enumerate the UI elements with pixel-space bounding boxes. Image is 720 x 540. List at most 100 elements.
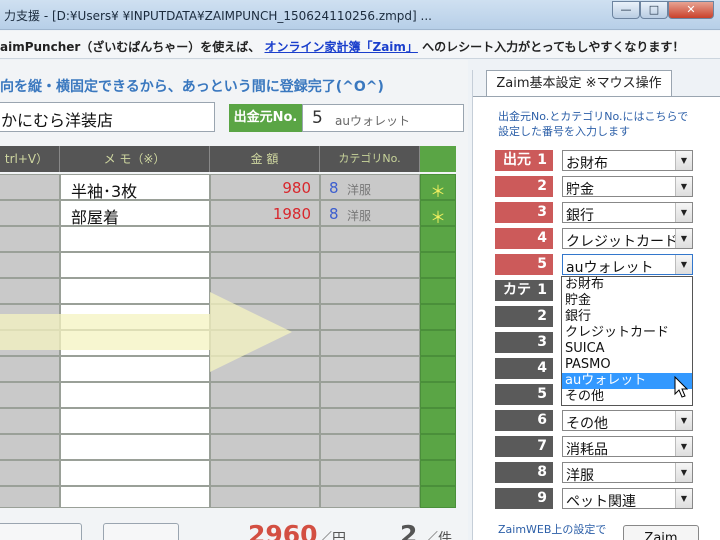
table-cell-category[interactable]: 8 洋服 [320, 174, 420, 200]
table-cell[interactable] [320, 252, 420, 278]
dropdown-option[interactable]: その他 [562, 389, 692, 405]
table-cell-amount[interactable]: 980 [210, 174, 320, 200]
dropdown-option[interactable]: お財布 [562, 277, 692, 293]
table-cell[interactable] [420, 434, 456, 460]
action-button[interactable] [103, 523, 179, 540]
banner-text-end: へのレシート入力がとってもしやすくなります！ [422, 40, 685, 54]
settings-note-line: 出金元No.とカテゴリNo.にはこちらで [498, 110, 689, 123]
table-cell[interactable] [320, 460, 420, 486]
table-cell[interactable] [320, 408, 420, 434]
dropdown-option[interactable]: PASMO [562, 357, 692, 373]
dropdown-option[interactable]: 銀行 [562, 309, 692, 325]
category-dropdown-7[interactable]: 消耗品 ▼ [562, 436, 693, 458]
table-cell[interactable] [420, 226, 456, 252]
table-cell[interactable] [420, 304, 456, 330]
table-cell[interactable] [320, 226, 420, 252]
dropdown-value: お財布 [566, 156, 608, 172]
dropdown-option[interactable]: SUICA [562, 341, 692, 357]
category-dropdown-8[interactable]: 洋服 ▼ [562, 462, 693, 484]
dropdown-option[interactable]: 貯金 [562, 293, 692, 309]
table-cell[interactable] [320, 304, 420, 330]
table-cell[interactable] [420, 278, 456, 304]
table-cell[interactable] [420, 486, 456, 508]
table-cell[interactable] [0, 408, 60, 434]
table-cell[interactable] [60, 460, 210, 486]
source-dropdown-1[interactable]: お財布 ▼ [562, 150, 693, 172]
minimize-button[interactable]: — [612, 1, 640, 19]
source-dropdown-5[interactable]: auウォレット ▼ [562, 254, 693, 276]
table-cell-mark[interactable]: ＊ [420, 200, 456, 227]
table-cell[interactable] [320, 356, 420, 382]
banner-text: aimPuncher（ざいむぱんちゃー）を使えば、 [0, 40, 261, 54]
category-label-6: 6 [495, 410, 553, 431]
chevron-down-icon[interactable]: ▼ [675, 229, 692, 248]
category-dropdown-9[interactable]: ペット関連 ▼ [562, 488, 693, 510]
shop-name-input[interactable]: かにむら洋装店 [0, 102, 215, 132]
table-cell[interactable] [320, 434, 420, 460]
maximize-button[interactable]: □ [640, 1, 668, 19]
table-cell[interactable] [210, 252, 320, 278]
table-cell[interactable] [210, 486, 320, 508]
table-cell-paste[interactable] [0, 174, 60, 200]
table-cell[interactable] [210, 408, 320, 434]
table-cell[interactable] [210, 382, 320, 408]
chevron-down-icon[interactable]: ▼ [675, 411, 692, 430]
table-cell-category[interactable]: 8 洋服 [320, 200, 420, 226]
table-cell[interactable] [210, 434, 320, 460]
table-cell[interactable] [0, 226, 60, 252]
table-cell-memo[interactable]: 部屋着 [60, 200, 210, 227]
table-cell[interactable] [60, 434, 210, 460]
dropdown-option-selected[interactable]: auウォレット [562, 373, 692, 389]
table-cell[interactable] [60, 408, 210, 434]
table-cell[interactable] [420, 408, 456, 434]
table-cell[interactable] [0, 252, 60, 278]
action-button[interactable] [0, 523, 82, 540]
table-cell[interactable] [60, 486, 210, 508]
close-button[interactable]: ✕ [668, 1, 714, 19]
direction-arrow-icon [0, 292, 292, 372]
title-bar: 力支援 - [D:¥Users¥ ¥INPUTDATA¥ZAIMPUNCH_15… [0, 0, 720, 30]
table-cell[interactable] [420, 460, 456, 486]
category-num: 9 [537, 490, 547, 506]
table-cell[interactable] [60, 382, 210, 408]
table-cell-memo[interactable]: 半袖･3枚 [60, 174, 210, 201]
zaim-link[interactable]: オンライン家計簿「Zaim」 [265, 40, 418, 54]
table-cell[interactable] [320, 382, 420, 408]
source-dropdown-3[interactable]: 銀行 ▼ [562, 202, 693, 224]
table-cell[interactable] [420, 252, 456, 278]
table-cell[interactable] [420, 330, 456, 356]
table-cell[interactable] [210, 460, 320, 486]
category-label-8: 8 [495, 462, 553, 483]
table-cell[interactable] [210, 226, 320, 252]
table-cell[interactable] [420, 382, 456, 408]
chevron-down-icon[interactable]: ▼ [675, 177, 692, 196]
chevron-down-icon[interactable]: ▼ [675, 255, 692, 274]
table-cell[interactable] [0, 460, 60, 486]
table-cell[interactable] [60, 252, 210, 278]
table-cell[interactable] [320, 330, 420, 356]
table-cell[interactable] [320, 278, 420, 304]
category-dropdown-6[interactable]: その他 ▼ [562, 410, 693, 432]
table-cell[interactable] [320, 486, 420, 508]
chevron-down-icon[interactable]: ▼ [675, 463, 692, 482]
source-field[interactable]: 5 auウォレット [302, 104, 464, 132]
table-cell-paste[interactable] [0, 200, 60, 226]
zaim-button[interactable]: Zaim [623, 525, 699, 540]
source-dropdown-4[interactable]: クレジットカード ▼ [562, 228, 693, 250]
chevron-down-icon[interactable]: ▼ [675, 203, 692, 222]
table-cell-amount[interactable]: 1980 [210, 200, 320, 226]
chevron-down-icon[interactable]: ▼ [675, 151, 692, 170]
chevron-down-icon[interactable]: ▼ [675, 489, 692, 508]
tab-zaim-settings[interactable]: Zaim基本設定 ※マウス操作 [486, 70, 672, 96]
table-cell[interactable] [0, 382, 60, 408]
source-label-3: 3 [495, 202, 553, 223]
table-cell[interactable] [0, 434, 60, 460]
source-label-2: 2 [495, 176, 553, 197]
table-cell[interactable] [60, 226, 210, 252]
chevron-down-icon[interactable]: ▼ [675, 437, 692, 456]
table-cell[interactable] [0, 486, 60, 508]
dropdown-option[interactable]: クレジットカード [562, 325, 692, 341]
table-cell[interactable] [420, 356, 456, 382]
source-dropdown-2[interactable]: 貯金 ▼ [562, 176, 693, 198]
table-cell-mark[interactable]: ＊ [420, 174, 456, 201]
